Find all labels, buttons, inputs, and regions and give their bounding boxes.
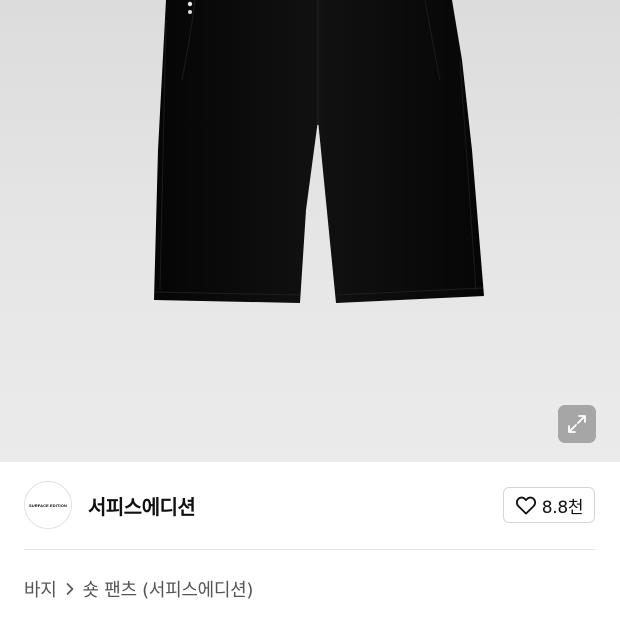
breadcrumb-item-short-pants[interactable]: 숏 팬츠 (서피스에디션) [83, 576, 254, 602]
brand-logo-text: SURFACE EDITION [29, 502, 67, 508]
expand-arrows-icon [568, 415, 586, 433]
product-detail-page: SURFACE EDITION 서피스에디션 8.8천 바지 숏 팬츠 (서피스… [0, 0, 620, 620]
chevron-right-icon [65, 582, 75, 596]
brand-row: SURFACE EDITION 서피스에디션 8.8천 [0, 462, 620, 550]
like-count: 8.8천 [541, 497, 584, 518]
breadcrumb-item-pants[interactable]: 바지 [24, 576, 57, 602]
divider [24, 549, 596, 550]
brand-name[interactable]: 서피스에디션 [88, 491, 196, 520]
shorts-image [154, 0, 484, 303]
brand-logo[interactable]: SURFACE EDITION [24, 481, 72, 529]
heart-outline-icon [515, 496, 536, 515]
expand-image-button[interactable] [558, 405, 596, 443]
product-image[interactable] [0, 0, 620, 462]
like-button[interactable]: 8.8천 [503, 487, 595, 523]
breadcrumb: 바지 숏 팬츠 (서피스에디션) [24, 576, 253, 602]
